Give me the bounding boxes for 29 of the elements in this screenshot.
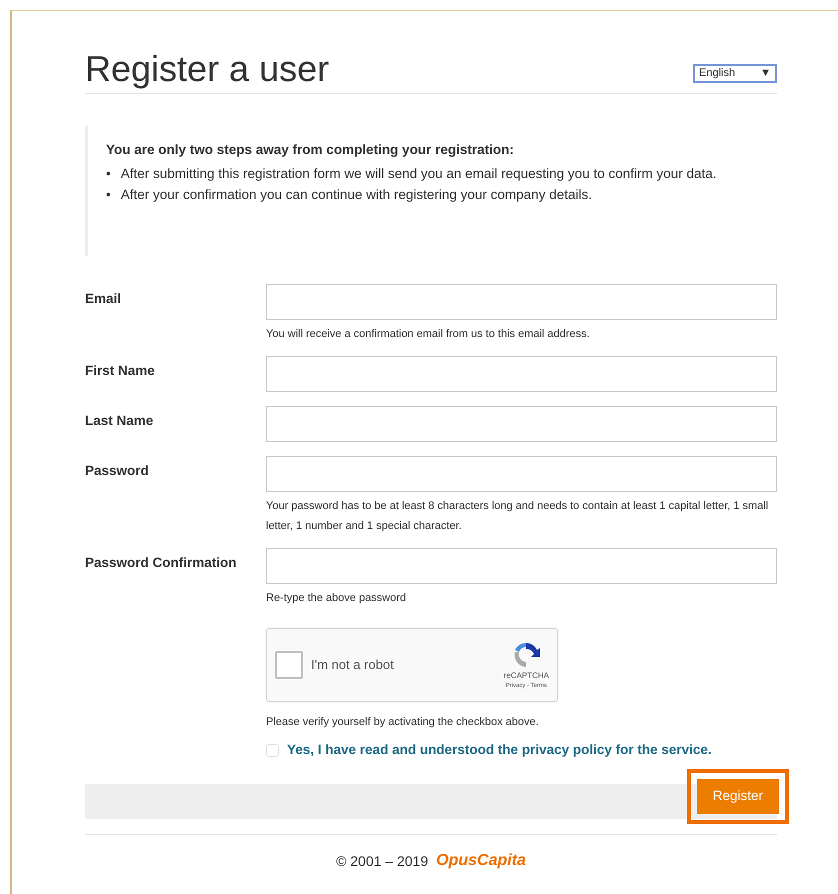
bullet-marker: • xyxy=(106,186,111,204)
privacy-label: Yes, I have read and understood the privacy policy for the service. xyxy=(287,741,712,759)
field-label: First Name xyxy=(85,362,156,380)
intro-item: After submitting this registration form we will send you an email requesting you to confirm your data. xyxy=(120,165,717,184)
input-field[interactable] xyxy=(266,456,777,492)
input-field[interactable] xyxy=(266,284,777,320)
input-field[interactable] xyxy=(266,406,777,442)
intro-heading: You are only two steps away from completing your registration: xyxy=(106,141,515,159)
privacy-checkbox[interactable] xyxy=(266,744,279,757)
copyright-text: © 2001 – 2019 xyxy=(336,852,428,871)
field-label: Password Confirmation xyxy=(85,554,238,572)
caret-icon: ▼ xyxy=(760,66,771,81)
input-field[interactable] xyxy=(266,356,777,392)
field-label: Email xyxy=(85,290,122,308)
brand-logo: OpusCapita xyxy=(436,851,526,872)
help-text: Re-type the above password xyxy=(266,591,408,606)
bullet-marker: • xyxy=(106,165,111,184)
intro-item: After your confirmation you can continue with registering your company details. xyxy=(120,186,592,204)
captcha-checkbox[interactable] xyxy=(275,651,303,679)
captcha-brand: reCAPTCHA xyxy=(504,670,549,682)
field-label: Password xyxy=(85,462,150,480)
language-select[interactable]: English ▼ xyxy=(693,64,777,83)
input-field[interactable] xyxy=(266,548,777,584)
help-text: Your password has to be at least 8 characters long and needs to contain at least 1 capital letter, 1 small letter, 1 number and 1 special character. xyxy=(266,499,770,534)
page-title: Register a user xyxy=(85,47,330,87)
help-text: You will receive a confirmation email from us to this email address. xyxy=(266,327,591,342)
captcha-label: I'm not a robot xyxy=(311,656,394,674)
help-text: Please verify yourself by activating the checkbox above. xyxy=(266,715,540,730)
field-label: Last Name xyxy=(85,412,154,430)
